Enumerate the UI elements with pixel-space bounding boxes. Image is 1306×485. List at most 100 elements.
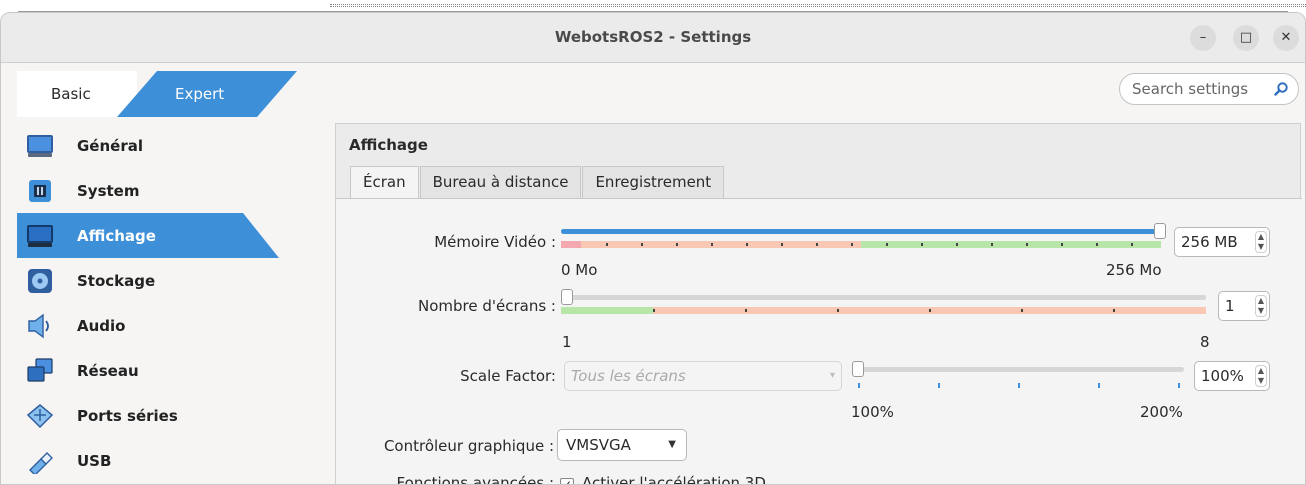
tab-content-screen: Mémoire Vidéo : 0 Mo 256 Mo 256 MB ▲ ▼ N… (336, 198, 1302, 484)
tab-remote-display[interactable]: Bureau à distance (419, 166, 582, 198)
monitor-count-range-zones (561, 307, 1206, 314)
sidebar-item-label: System (77, 181, 140, 200)
slider-tick (1096, 243, 1098, 246)
close-button[interactable]: ✕ (1273, 25, 1299, 51)
slider-tick (1131, 243, 1133, 246)
background-window-strip (0, 0, 1306, 12)
warning-zone (581, 241, 861, 248)
slider-tick (886, 243, 888, 246)
video-memory-spinbox[interactable]: 256 MB ▲ ▼ (1174, 227, 1270, 257)
monitor-count-spinbox[interactable]: 1 ▲ ▼ (1218, 291, 1270, 321)
scale-factor-slider[interactable] (852, 361, 1184, 377)
monitor-count-max-label: 8 (1200, 333, 1210, 351)
settings-window: WebotsROS2 - Settings – □ ✕ Basic Expert… (0, 12, 1306, 485)
slider-tick (746, 243, 748, 246)
video-memory-range-zones (561, 241, 1161, 248)
speaker-icon (25, 311, 55, 341)
sidebar-item-general[interactable]: Général (17, 123, 307, 168)
graphics-controller-select[interactable]: VMSVGA ▼ (557, 429, 687, 461)
scale-factor-slider-handle[interactable] (852, 361, 864, 377)
mode-switcher: Basic Expert (17, 71, 297, 117)
graphics-controller-value: VMSVGA (566, 436, 631, 454)
video-memory-max-label: 256 Mo (1106, 261, 1162, 279)
sidebar-item-label: Audio (77, 316, 126, 335)
video-memory-min-label: 0 Mo (561, 261, 598, 279)
sidebar-item-label: Réseau (77, 361, 139, 380)
window-title: WebotsROS2 - Settings (554, 28, 752, 46)
slider-tick (1061, 243, 1063, 246)
slider-tick (1113, 309, 1115, 312)
3d-acceleration-label[interactable]: Activer l'accélération 3D (582, 474, 766, 484)
scale-monitor-select: Tous les écrans ▾ (564, 361, 842, 391)
slider-tick (745, 309, 747, 312)
basic-mode-button[interactable]: Basic (17, 71, 137, 117)
video-memory-slider-handle[interactable] (1154, 223, 1166, 239)
tab-bar: Écran Bureau à distance Enregistrement (350, 166, 725, 198)
background-text-strip (330, 4, 1306, 7)
search-box (1119, 73, 1299, 105)
sidebar-item-label: USB (77, 451, 112, 470)
slider-tick (929, 309, 931, 312)
chevron-down-icon: ▼ (668, 439, 676, 450)
tab-recording[interactable]: Enregistrement (582, 166, 725, 198)
monitor-count-slider-handle[interactable] (561, 289, 573, 305)
graphics-controller-label: Contrôleur graphique : (383, 437, 554, 455)
3d-acceleration-checkbox[interactable]: ✓ (560, 478, 574, 484)
sidebar-item-system[interactable]: System (17, 168, 307, 213)
sidebar-item-label: Affichage (77, 226, 156, 245)
display-icon (25, 221, 55, 251)
spin-arrows-icon[interactable]: ▲ ▼ (1255, 295, 1267, 317)
scale-factor-spinbox[interactable]: 100% ▲ ▼ (1194, 361, 1270, 391)
slider-tick (1021, 309, 1023, 312)
slider-tick (991, 243, 993, 246)
chevron-down-icon: ▾ (829, 370, 835, 381)
slider-tick (921, 243, 923, 246)
spin-arrows-icon[interactable]: ▲ ▼ (1255, 365, 1267, 387)
video-memory-slider-fill (561, 229, 1161, 234)
slider-tick (606, 243, 608, 246)
slider-tick (938, 383, 940, 388)
slider-tick (1026, 243, 1028, 246)
slider-tick (1178, 383, 1180, 388)
slider-tick (858, 383, 860, 388)
sidebar-item-usb[interactable]: USB (17, 438, 307, 483)
slider-tick (851, 243, 853, 246)
sidebar-item-audio[interactable]: Audio (17, 303, 307, 348)
monitor-count-min-label: 1 (562, 333, 572, 351)
scale-factor-min-label: 100% (851, 403, 894, 421)
slider-tick (641, 243, 643, 246)
slider-tick (1018, 383, 1020, 388)
search-input[interactable] (1132, 75, 1274, 103)
minimize-button[interactable]: – (1190, 25, 1216, 51)
search-icon[interactable] (1273, 81, 1289, 97)
slider-tick (956, 243, 958, 246)
title-bar[interactable]: WebotsROS2 - Settings – □ ✕ (1, 13, 1305, 63)
sidebar-item-label: Ports séries (77, 406, 178, 425)
tab-screen[interactable]: Écran (350, 166, 419, 198)
sidebar-item-display[interactable]: Affichage (17, 213, 279, 258)
slider-tick (676, 243, 678, 246)
monitor-count-value: 1 (1225, 297, 1235, 315)
spin-arrows-icon[interactable]: ▲ ▼ (1255, 231, 1267, 253)
monitor-count-slider[interactable] (561, 289, 1206, 305)
safe-zone (561, 307, 653, 314)
slider-tick (1098, 383, 1100, 388)
sidebar-item-serial-ports[interactable]: Ports séries (17, 393, 307, 438)
scale-factor-value: 100% (1201, 367, 1244, 385)
network-icon (25, 356, 55, 386)
disk-icon (25, 266, 55, 296)
panel-title: Affichage (349, 136, 428, 154)
sidebar-item-label: Stockage (77, 271, 156, 290)
scale-monitor-select-value: Tous les écrans (571, 367, 686, 385)
serial-port-icon (25, 401, 55, 431)
sidebar-item-storage[interactable]: Stockage (17, 258, 307, 303)
slider-tick (816, 243, 818, 246)
sidebar-item-network[interactable]: Réseau (17, 348, 307, 393)
expert-mode-button[interactable]: Expert (117, 71, 297, 117)
maximize-button[interactable]: □ (1233, 25, 1259, 51)
usb-icon (25, 446, 55, 476)
danger-zone (561, 241, 581, 248)
sidebar-item-label: Général (77, 136, 143, 155)
video-memory-slider[interactable] (561, 223, 1166, 239)
safe-zone (861, 241, 1161, 248)
